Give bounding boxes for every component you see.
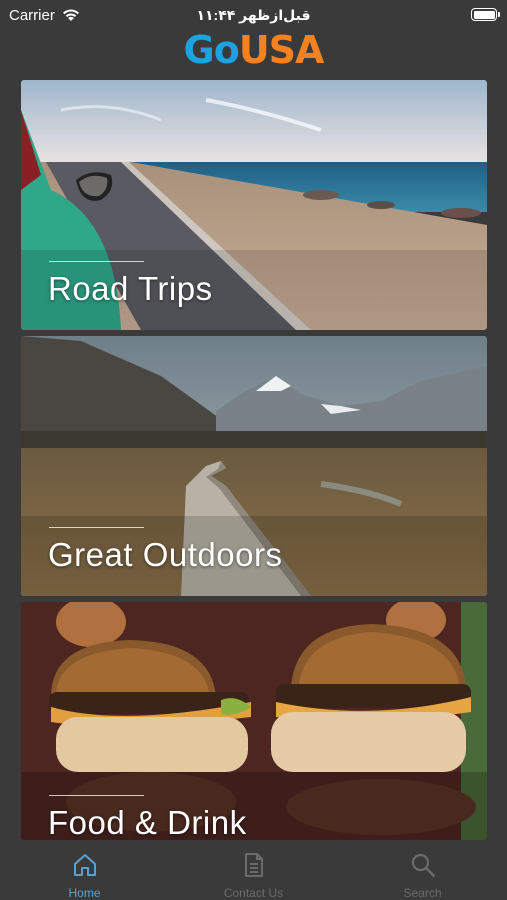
card-divider (49, 261, 144, 262)
tab-label: Home (68, 886, 101, 900)
card-title: Road Trips (48, 270, 213, 307)
category-card-food-drink[interactable]: Food & Drink (21, 602, 487, 840)
app-logo: GoUSA (0, 28, 507, 76)
battery-icon (471, 8, 500, 21)
category-card-great-outdoors[interactable]: Great Outdoors (21, 336, 487, 596)
tab-home[interactable]: Home (0, 840, 169, 900)
card-title: Great Outdoors (48, 536, 283, 573)
card-divider (49, 795, 144, 796)
tab-label: Search (403, 886, 442, 900)
tab-label: Contact Us (223, 886, 284, 900)
tab-search[interactable]: Search (338, 840, 507, 900)
status-time: ۱۱:۴۴ قبل‌ازظهر (196, 6, 311, 23)
logo-usa: USA (238, 28, 325, 72)
tab-bar: Home Contact Us Search (0, 840, 507, 900)
status-bar: Carrier ۱۱:۴۴ قبل‌ازظهر (0, 0, 507, 30)
category-card-road-trips[interactable]: Road Trips (21, 80, 487, 330)
card-divider (49, 527, 144, 528)
card-title: Food & Drink (48, 804, 247, 840)
home-icon (73, 854, 96, 876)
logo-go: Go (183, 28, 240, 72)
tab-contact-us[interactable]: Contact Us (169, 840, 338, 900)
document-icon (244, 853, 263, 877)
search-icon (411, 853, 435, 877)
